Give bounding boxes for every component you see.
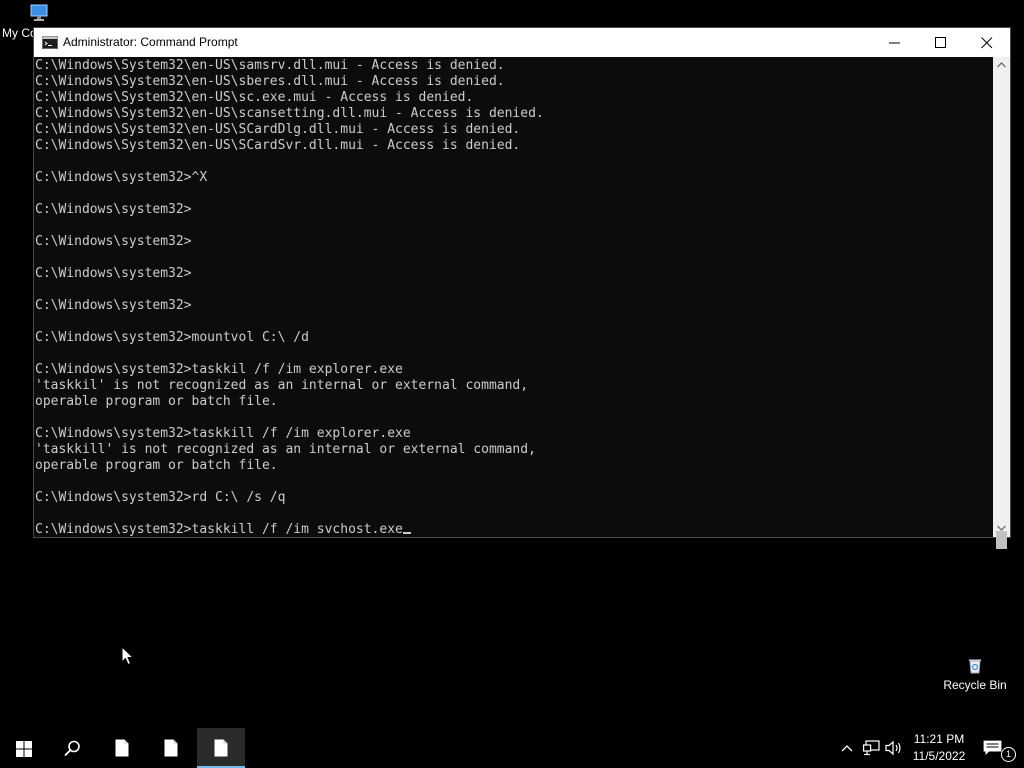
title-bar[interactable]: Administrator: Command Prompt <box>34 28 1010 57</box>
console-line: C:\Windows\system32> <box>35 234 192 249</box>
window-title: Administrator: Command Prompt <box>63 35 238 49</box>
maximize-button[interactable] <box>918 28 964 57</box>
cmd-icon <box>42 36 58 49</box>
minimize-icon <box>889 42 900 44</box>
console-line: 'taskkill' is not recognized as an inter… <box>35 442 536 457</box>
show-hidden-icons-button[interactable] <box>838 728 856 768</box>
close-button[interactable] <box>964 28 1010 57</box>
file-icon <box>115 739 129 757</box>
console-line: C:\Windows\system32>^X <box>35 170 208 185</box>
file-icon <box>164 739 178 757</box>
speaker-icon <box>885 740 901 756</box>
console-line: C:\Windows\System32\en-US\SCardSvr.dll.m… <box>35 138 521 153</box>
clock-time: 11:21 PM <box>913 732 965 746</box>
chevron-up-icon <box>997 62 1006 68</box>
console-line: C:\Windows\system32>mountvol C:\ /d <box>35 330 309 345</box>
console-line: C:\Windows\system32> <box>35 298 192 313</box>
console-line: 'taskkil' is not recognized as an intern… <box>35 378 529 393</box>
command-prompt-window[interactable]: Administrator: Command Prompt C:\Windows… <box>33 27 1011 549</box>
taskbar-app-1[interactable] <box>98 728 146 768</box>
console-text: C:\Windows\System32\en-US\samsrv.dll.mui… <box>35 58 544 537</box>
taskbar-app-2[interactable] <box>147 728 195 768</box>
taskbar-clock[interactable]: 11:21 PM 11/5/2022 <box>908 731 970 765</box>
console-line: C:\Windows\system32> <box>35 266 192 281</box>
action-center-button[interactable]: 1 <box>980 728 1024 768</box>
console-line: C:\Windows\system32> <box>35 202 192 217</box>
text-cursor <box>402 532 411 534</box>
notification-icon <box>983 740 1002 755</box>
monitor-icon <box>30 4 48 21</box>
chevron-up-icon <box>841 745 853 752</box>
console-line: C:\Windows\System32\en-US\sc.exe.mui - A… <box>35 90 474 105</box>
file-icon <box>214 739 228 757</box>
console-line: C:\Windows\System32\en-US\SCardDlg.dll.m… <box>35 122 521 137</box>
search-icon <box>64 740 80 757</box>
start-button[interactable] <box>0 728 48 768</box>
scroll-down-button[interactable] <box>993 520 1010 537</box>
console-output[interactable]: C:\Windows\System32\en-US\samsrv.dll.mui… <box>34 57 993 537</box>
volume-button[interactable] <box>884 728 904 768</box>
mouse-pointer-icon <box>121 646 135 666</box>
close-icon <box>981 37 993 49</box>
network-icon <box>863 740 880 756</box>
desktop-icon-label: Recycle Bin <box>943 678 1007 692</box>
taskbar: 11:21 PM 11/5/2022 1 <box>0 728 1024 768</box>
console-history: C:\Windows\System32\en-US\samsrv.dll.mui… <box>35 58 544 505</box>
console-line: C:\Windows\system32>taskkil /f /im explo… <box>35 362 403 377</box>
desktop-icon-label: My Co <box>2 26 37 40</box>
console-input-line[interactable]: C:\Windows\system32>taskkill /f /im svch… <box>35 522 403 537</box>
network-button[interactable] <box>862 728 880 768</box>
taskbar-app-command-prompt[interactable] <box>197 728 245 768</box>
recycle-bin-icon <box>969 659 981 674</box>
windows-logo-icon <box>16 741 32 757</box>
clock-date: 11/5/2022 <box>912 749 966 763</box>
search-button[interactable] <box>48 728 96 768</box>
console-line: C:\Windows\System32\en-US\sberes.dll.mui… <box>35 74 505 89</box>
chevron-down-icon <box>997 525 1006 531</box>
console-line: operable program or batch file. <box>35 394 278 409</box>
desktop-icon-recycle-bin[interactable]: Recycle Bin <box>938 656 1012 692</box>
console-line: C:\Windows\System32\en-US\scansetting.dl… <box>35 106 544 121</box>
console-line: C:\Windows\system32>rd C:\ /s /q <box>35 490 286 505</box>
console-line: C:\Windows\System32\en-US\samsrv.dll.mui… <box>35 58 505 73</box>
maximize-icon <box>935 37 946 48</box>
console-line: operable program or batch file. <box>35 458 278 473</box>
notification-count-badge: 1 <box>1001 747 1016 762</box>
minimize-button[interactable] <box>872 28 918 57</box>
scroll-up-button[interactable] <box>993 57 1010 74</box>
console-line: C:\Windows\system32>taskkill /f /im expl… <box>35 426 411 441</box>
vertical-scrollbar[interactable] <box>993 57 1010 549</box>
